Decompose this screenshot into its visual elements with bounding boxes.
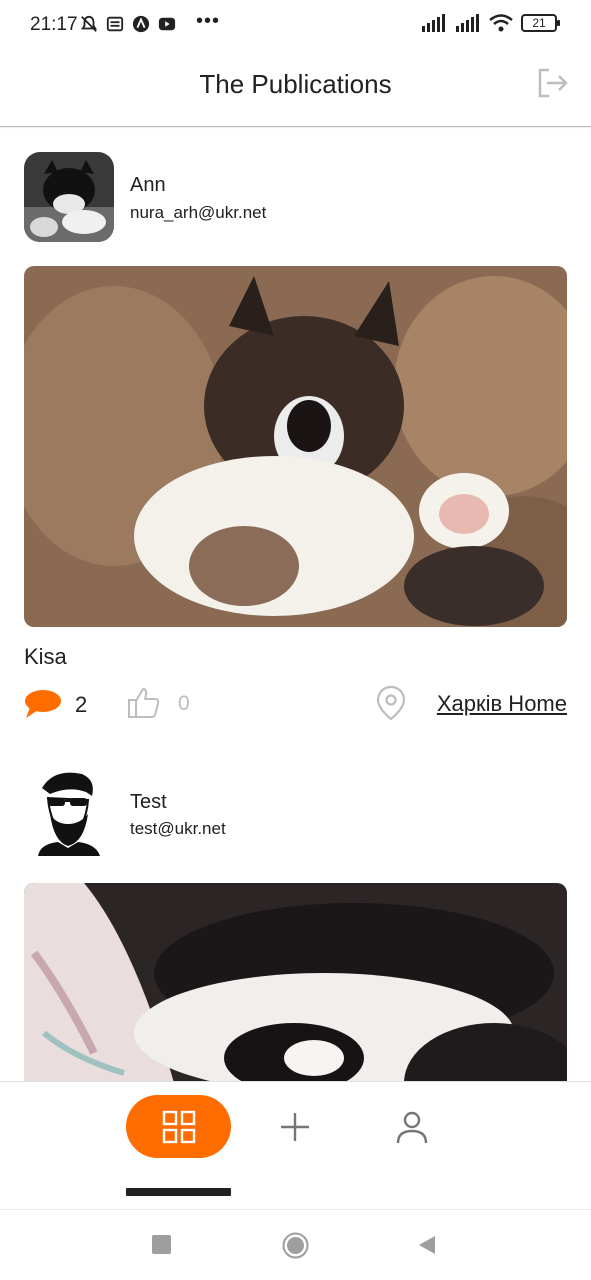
bottom-tab-bar [0, 1081, 591, 1209]
post-card: Ann nura_arh@ukr.net Kisa 2 0 Харків Hom… [0, 128, 591, 748]
thumbs-up-icon[interactable] [127, 686, 161, 720]
post-photo[interactable] [24, 266, 567, 627]
app-icon [132, 15, 150, 33]
avatar[interactable] [24, 766, 114, 856]
comment-count: 2 [75, 692, 88, 717]
comment-icon[interactable] [24, 688, 62, 720]
author-name: Ann [130, 174, 166, 196]
post-card: Test test@ukr.net [0, 748, 591, 1081]
author-email: test@ukr.net [130, 819, 226, 838]
status-bar: 21:17 ••• 21 [0, 0, 591, 52]
avatar-image [24, 152, 114, 242]
home-icon[interactable] [282, 1232, 309, 1259]
photo-image [24, 883, 567, 1081]
logout-icon[interactable] [535, 66, 569, 100]
avatar[interactable] [24, 152, 114, 242]
system-icons: 21 [421, 14, 560, 32]
recents-icon[interactable] [152, 1235, 171, 1254]
avatar-image [24, 766, 114, 856]
like-count: 0 [178, 692, 190, 715]
grid-icon [162, 1110, 195, 1143]
app-header: The Publications [0, 52, 591, 127]
user-icon[interactable] [392, 1107, 432, 1147]
back-icon[interactable] [417, 1234, 437, 1256]
signal-icon [422, 14, 445, 32]
page-title: The Publications [199, 69, 392, 99]
plus-icon[interactable] [275, 1107, 315, 1147]
home-indicator [126, 1188, 231, 1196]
author-email: nura_arh@ukr.net [130, 203, 267, 222]
post-meta: 2 0 Харків Home [24, 684, 567, 724]
photo-image [24, 266, 567, 627]
wifi-icon [489, 14, 513, 32]
notification-icons [80, 15, 176, 33]
youtube-icon [158, 17, 176, 31]
map-pin-icon [376, 685, 406, 721]
post-title: Kisa [24, 644, 67, 669]
more-notifications: ••• [196, 10, 221, 32]
tab-publications[interactable] [126, 1095, 231, 1158]
author-name: Test [130, 791, 167, 813]
news-icon [106, 16, 124, 32]
post-photo[interactable] [24, 883, 567, 1081]
bell-muted-icon [81, 15, 97, 32]
signal-icon [456, 14, 479, 32]
system-nav-bar [0, 1209, 591, 1280]
location-link[interactable]: Харків Home [437, 691, 567, 717]
battery-icon: 21 [521, 14, 560, 32]
status-time: 21:17 [30, 14, 78, 35]
